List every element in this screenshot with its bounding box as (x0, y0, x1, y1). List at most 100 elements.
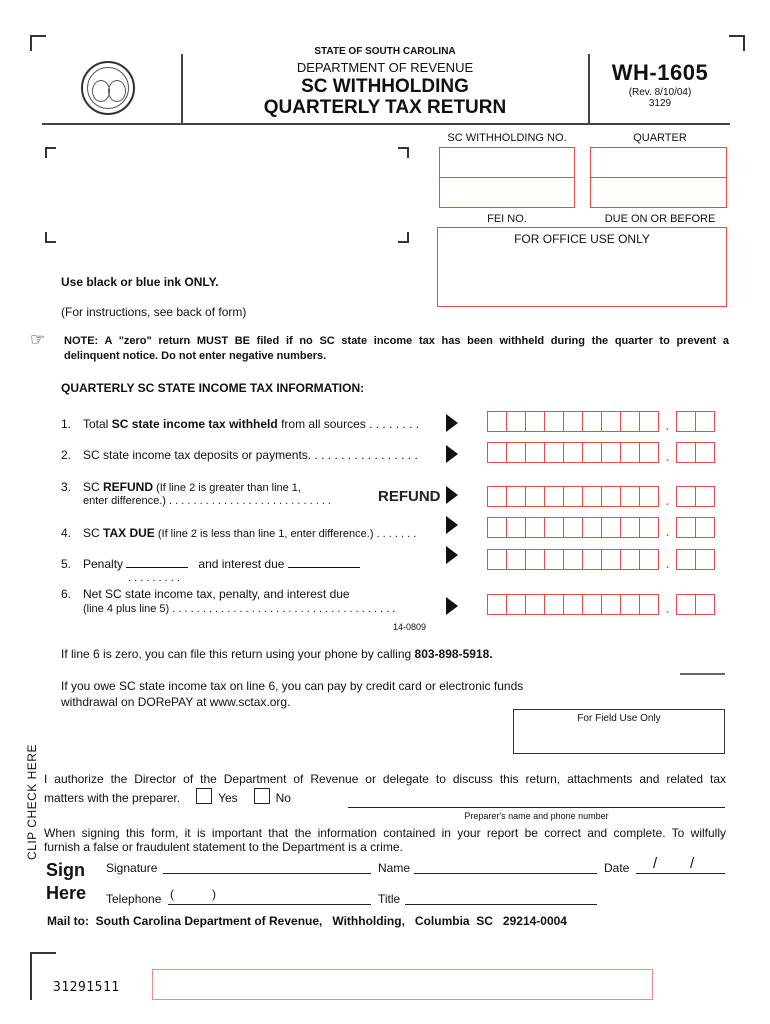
signing-notice-line2: furnish a false or fraudulent statement … (44, 840, 403, 854)
penalty-blank[interactable] (126, 567, 189, 568)
fei-no-label: FEI NO. (487, 213, 527, 225)
epay-line1: If you owe SC state income tax on line 6… (61, 679, 524, 693)
fei-no-field[interactable] (439, 177, 575, 208)
date-label: Date (604, 861, 630, 875)
quarter-label: QUARTER (633, 132, 687, 144)
form-number: WH-1605 (611, 60, 709, 85)
sign-label: Sign (46, 860, 85, 880)
authorization-line2: matters with the preparer. Yes No (44, 788, 726, 807)
phone-filing-text: If line 6 is zero, you can file this ret… (61, 647, 493, 661)
line-label-cont: enter difference.) . . . . . . . . . . .… (83, 495, 331, 507)
see-back-instruction: (For instructions, see back of form) (61, 305, 247, 319)
preparer-line[interactable] (348, 807, 725, 808)
crop-mark-top-left (30, 35, 46, 51)
address-window-mark-tl (45, 147, 56, 158)
divider-short (680, 673, 725, 675)
line-number: 1. (61, 417, 72, 431)
date-separator-1: / (653, 855, 658, 872)
title-label: Title (378, 892, 401, 906)
header-titles: STATE OF SOUTH CAROLINA DEPARTMENT OF RE… (182, 46, 588, 118)
address-window-mark-br (398, 232, 409, 243)
name-line[interactable] (414, 873, 597, 874)
name-label: Name (378, 861, 411, 875)
signing-notice-line1: When signing this form, it is important … (44, 826, 726, 840)
quarter-field[interactable] (590, 147, 727, 178)
address-window-mark-bl (45, 232, 56, 243)
signature-line[interactable] (163, 873, 371, 874)
refund-tag: REFUND (378, 488, 441, 505)
yes-label: Yes (218, 791, 238, 805)
line-number: 6. (61, 587, 72, 601)
line-6-amount-field[interactable]: . (487, 593, 715, 617)
scan-mark-top (30, 952, 56, 954)
area-code-open: ( (170, 887, 174, 901)
preparer-label: Preparer's name and phone number (464, 811, 609, 821)
title-line[interactable] (405, 904, 597, 905)
scan-line-box (152, 969, 653, 1000)
interest-blank[interactable] (287, 567, 360, 568)
yes-checkbox[interactable] (196, 788, 213, 804)
line-1-amount-field[interactable]: . (487, 410, 715, 434)
mail-to-address: South Carolina Department of Revenue, Wi… (95, 914, 567, 928)
form-title-line2: QUARTERLY TAX RETURN (263, 97, 507, 118)
date-separator-2: / (690, 855, 695, 872)
authorization-text: I authorize the Director of the Departme… (44, 770, 726, 807)
line-5-amount-field[interactable]: . (487, 548, 715, 572)
line-2-amount-field[interactable]: . (487, 441, 715, 465)
line-label: Net SC state income tax, penalty, and in… (83, 587, 350, 601)
withholding-no-field[interactable] (439, 147, 575, 178)
no-label: No (275, 791, 291, 805)
arrow-right-icon (446, 486, 458, 504)
office-use-label: FOR OFFICE USE ONLY (514, 232, 650, 246)
section-title: QUARTERLY SC STATE INCOME TAX INFORMATIO… (61, 381, 365, 395)
here-label: Here (46, 883, 87, 903)
arrow-right-icon (446, 546, 458, 564)
signature-label: Signature (106, 861, 158, 875)
seal-right-emblem (108, 80, 126, 102)
due-date-field[interactable] (590, 177, 727, 208)
state-name: STATE OF SOUTH CAROLINA (314, 46, 456, 57)
state-seal-icon (81, 61, 135, 115)
field-use-box: For Field Use Only (513, 709, 725, 754)
line-label: SC TAX DUE (If line 2 is less than line … (83, 526, 417, 540)
arrow-right-icon (446, 516, 458, 534)
signing-notice: When signing this form, it is important … (44, 826, 726, 854)
department-name: DEPARTMENT OF REVENUE (296, 60, 474, 75)
arrow-right-icon (446, 597, 458, 615)
form-code: 3129 (648, 98, 672, 109)
line-4-amount-field[interactable]: . (487, 516, 715, 540)
note-line2: delinquent notice. Do not enter negative… (64, 350, 327, 362)
telephone-label: Telephone (106, 892, 162, 906)
epay-text: If you owe SC state income tax on line 6… (61, 678, 523, 710)
line-number: 4. (61, 526, 72, 540)
date-line[interactable] (636, 873, 725, 874)
scan-code: 31291511 (53, 980, 120, 995)
authorization-line1: I authorize the Director of the Departme… (44, 772, 726, 786)
telephone-line[interactable] (168, 904, 371, 905)
form-revision: (Rev. 8/10/04) (628, 87, 692, 98)
note-line1: NOTE: A "zero" return MUST BE filed if n… (64, 335, 729, 347)
ink-instruction: Use black or blue ink ONLY. (61, 275, 219, 289)
line-label: SC REFUND (If line 2 is greater than lin… (83, 480, 301, 494)
arrow-right-icon (446, 414, 458, 432)
line-number: 5. (61, 557, 72, 571)
zero-return-note: NOTE: A "zero" return MUST BE filed if n… (64, 334, 729, 364)
form-title-line1: SC WITHHOLDING (301, 76, 469, 97)
office-use-box: FOR OFFICE USE ONLY (437, 227, 727, 307)
area-code-close: ) (212, 887, 216, 901)
due-date-label: DUE ON OR BEFORE (604, 213, 716, 225)
phone-number: 803-898-5918. (414, 647, 493, 661)
no-checkbox[interactable] (253, 788, 270, 804)
line-label: Penalty and interest due (83, 557, 360, 571)
scan-mark-left (30, 952, 32, 1000)
epay-line2: withdrawal on DORePAY at www.sctax.org. (61, 695, 291, 709)
line-label-cont: (line 4 plus line 5) . . . . . . . . . .… (83, 603, 396, 615)
address-window-mark-tr (398, 147, 409, 158)
form-id-block: WH-1605 (Rev. 8/10/04) 3129 (590, 60, 730, 109)
pointing-hand-icon: ☞ (30, 330, 46, 349)
line-label: Total SC state income tax withheld from … (83, 417, 420, 431)
mail-to: Mail to: South Carolina Department of Re… (47, 914, 567, 928)
line-3-amount-field[interactable]: . (487, 485, 715, 509)
field-use-label: For Field Use Only (577, 713, 661, 724)
line-5-dots: . . . . . . . . . (128, 572, 180, 584)
